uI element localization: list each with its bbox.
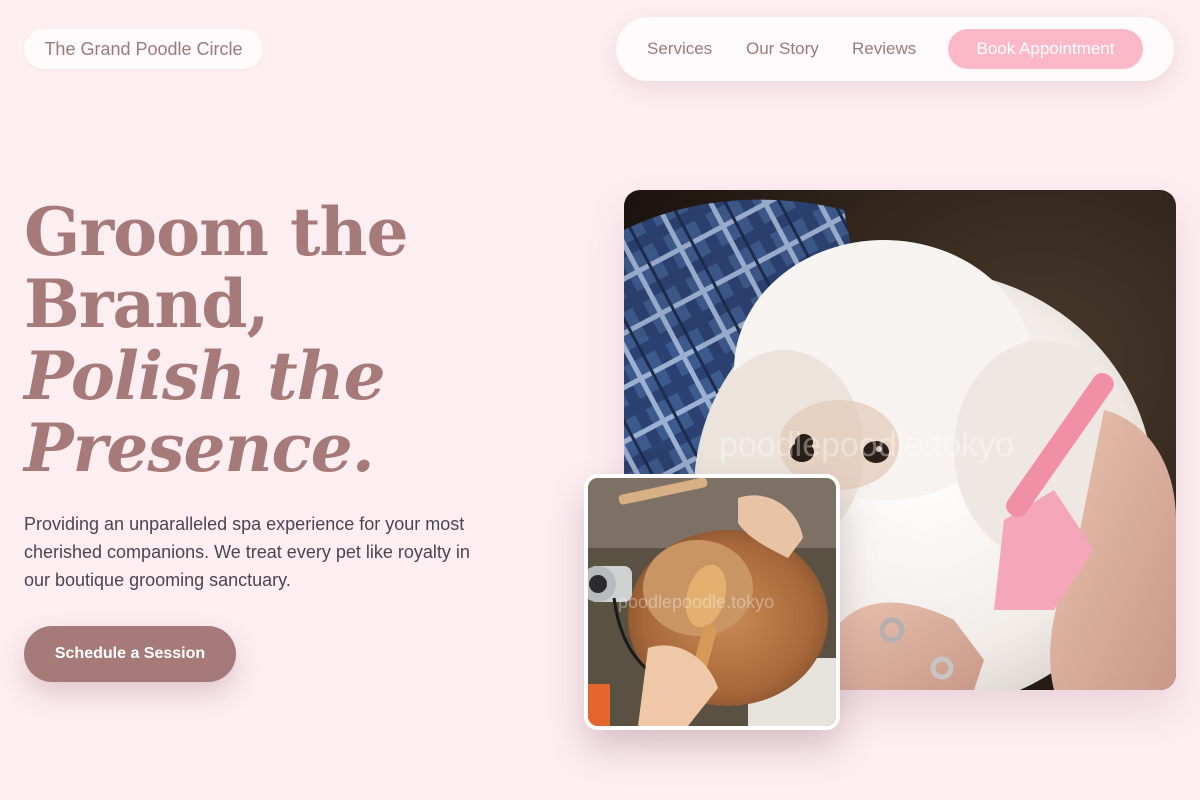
schedule-session-button[interactable]: Schedule a Session xyxy=(24,626,236,682)
headline-line-4: Presence. xyxy=(24,409,375,487)
hero-headline: Groom the Brand, Polish the Presence. xyxy=(24,193,408,487)
main-photo-watermark: poodlepoodle.tokyo xyxy=(719,426,1014,464)
hero-description: Providing an unparalleled spa experience… xyxy=(24,514,470,590)
nav-link-services[interactable]: Services xyxy=(647,17,712,81)
landing-page: The Grand Poodle Circle Services Our Sto… xyxy=(0,0,1200,800)
top-navigation: Services Our Story Reviews Book Appointm… xyxy=(616,17,1174,81)
book-appointment-button[interactable]: Book Appointment xyxy=(948,29,1143,69)
inset-photo-watermark: poodlepoodle.tokyo xyxy=(618,592,774,612)
dog-brushing-illustration: poodlepoodle.tokyo xyxy=(588,478,836,726)
headline-line-3: Polish the xyxy=(24,337,386,415)
dog-brushing-photo: poodlepoodle.tokyo xyxy=(584,474,840,730)
headline-line-2: Brand, xyxy=(24,265,269,343)
nav-link-reviews[interactable]: Reviews xyxy=(852,17,916,81)
nav-link-our-story[interactable]: Our Story xyxy=(746,17,819,81)
brand-logo[interactable]: The Grand Poodle Circle xyxy=(24,29,263,69)
headline-line-1: Groom the xyxy=(24,193,408,271)
